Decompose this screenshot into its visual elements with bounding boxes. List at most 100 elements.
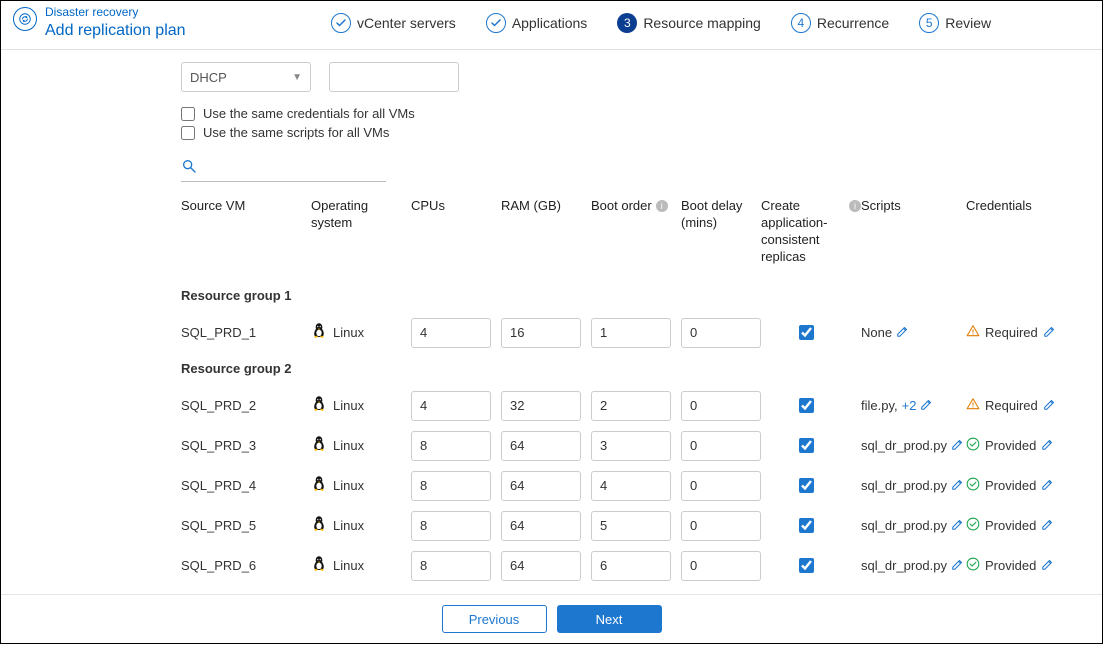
replica-checkbox[interactable] — [799, 518, 814, 533]
table-row: SQL_PRD_4Linuxsql_dr_prod.py Provided — [181, 466, 1041, 506]
source-vm-name: SQL_PRD_6 — [181, 558, 311, 573]
edit-icon[interactable] — [951, 437, 965, 454]
boot-order-input[interactable] — [591, 431, 671, 461]
script-name: sql_dr_prod.py — [861, 478, 947, 493]
replica-checkbox[interactable] — [799, 558, 814, 573]
script-name: sql_dr_prod.py — [861, 518, 947, 533]
ram-input[interactable] — [501, 511, 581, 541]
credentials-cell: Provided — [966, 477, 1076, 494]
previous-button[interactable]: Previous — [442, 605, 547, 633]
checkbox[interactable] — [181, 107, 195, 121]
edit-icon[interactable] — [1043, 324, 1057, 341]
edit-icon[interactable] — [1041, 477, 1055, 494]
edit-icon[interactable] — [1041, 517, 1055, 534]
replica-checkbox[interactable] — [799, 325, 814, 340]
linux-icon — [311, 515, 327, 536]
ram-input[interactable] — [501, 391, 581, 421]
same-credentials-checkbox[interactable]: Use the same credentials for all VMs — [181, 106, 1082, 121]
checkbox[interactable] — [181, 126, 195, 140]
info-icon[interactable]: i — [849, 200, 861, 212]
step-number: 4 — [791, 13, 811, 33]
check-circle-icon — [966, 477, 980, 494]
ram-input[interactable] — [501, 431, 581, 461]
ram-input[interactable] — [501, 551, 581, 581]
wizard-step-3[interactable]: 3Resource mapping — [617, 13, 761, 33]
replica-checkbox[interactable] — [799, 398, 814, 413]
os-cell: Linux — [311, 475, 411, 496]
os-label: Linux — [333, 438, 364, 453]
edit-icon[interactable] — [920, 397, 934, 414]
replica-checkbox[interactable] — [799, 478, 814, 493]
cpus-input[interactable] — [411, 551, 491, 581]
cpus-input[interactable] — [411, 391, 491, 421]
linux-icon — [311, 435, 327, 456]
cpus-input[interactable] — [411, 511, 491, 541]
wizard-footer: Previous Next — [1, 594, 1102, 643]
ip-type-value: DHCP — [190, 70, 227, 85]
boot-delay-input[interactable] — [681, 511, 761, 541]
script-name: sql_dr_prod.py — [861, 558, 947, 573]
same-scripts-checkbox[interactable]: Use the same scripts for all VMs — [181, 125, 1082, 140]
boot-delay-input[interactable] — [681, 391, 761, 421]
cpus-input[interactable] — [411, 431, 491, 461]
next-button[interactable]: Next — [557, 605, 662, 633]
col-cpus: CPUs — [411, 198, 501, 266]
edit-icon[interactable] — [951, 517, 965, 534]
boot-delay-input[interactable] — [681, 318, 761, 348]
check-circle-icon — [966, 517, 980, 534]
edit-icon[interactable] — [1043, 397, 1057, 414]
credentials-cell: Required — [966, 324, 1076, 341]
chevron-down-icon: ▼ — [292, 72, 302, 83]
warning-icon — [966, 397, 980, 414]
search-input[interactable] — [181, 158, 386, 182]
wizard-step-2[interactable]: Applications — [486, 13, 588, 33]
boot-delay-input[interactable] — [681, 471, 761, 501]
edit-icon[interactable] — [896, 324, 910, 341]
ram-input[interactable] — [501, 318, 581, 348]
scripts-cell: sql_dr_prod.py — [861, 557, 966, 574]
col-ram: RAM (GB) — [501, 198, 591, 266]
cpus-input[interactable] — [411, 471, 491, 501]
edit-icon[interactable] — [951, 557, 965, 574]
wizard-step-4[interactable]: 4Recurrence — [791, 13, 889, 33]
info-icon[interactable]: i — [656, 200, 668, 212]
os-cell: Linux — [311, 515, 411, 536]
ip-type-select[interactable]: DHCP ▼ — [181, 62, 311, 92]
credentials-cell: Provided — [966, 557, 1076, 574]
boot-delay-input[interactable] — [681, 551, 761, 581]
boot-order-input[interactable] — [591, 551, 671, 581]
col-boot-delay: Boot delay (mins) — [681, 198, 761, 266]
edit-icon[interactable] — [951, 477, 965, 494]
col-os: Operating system — [311, 198, 411, 266]
os-cell: Linux — [311, 395, 411, 416]
step-number: 5 — [919, 13, 939, 33]
step-number: 3 — [617, 13, 637, 33]
scripts-cell: sql_dr_prod.py — [861, 437, 966, 454]
ip-extra-input[interactable] — [329, 62, 459, 92]
wizard-step-5[interactable]: 5Review — [919, 13, 991, 33]
replicate-icon — [13, 7, 37, 31]
edit-icon[interactable] — [1041, 557, 1055, 574]
col-replicas: Create application-consistent replicasi — [761, 198, 861, 266]
boot-delay-input[interactable] — [681, 431, 761, 461]
breadcrumb[interactable]: Disaster recovery — [45, 5, 186, 21]
table-row: SQL_PRD_5Linuxsql_dr_prod.py Provided — [181, 506, 1041, 546]
os-label: Linux — [333, 478, 364, 493]
script-more[interactable]: +2 — [902, 398, 917, 413]
boot-order-input[interactable] — [591, 511, 671, 541]
wizard-step-1[interactable]: vCenter servers — [331, 13, 456, 33]
table-header: Source VM Operating system CPUs RAM (GB)… — [181, 192, 1041, 280]
search-icon — [181, 158, 197, 177]
edit-icon[interactable] — [1041, 437, 1055, 454]
boot-order-input[interactable] — [591, 318, 671, 348]
table-row: SQL_PRD_1LinuxNone Required — [181, 313, 1041, 353]
cpus-input[interactable] — [411, 318, 491, 348]
check-circle-icon — [966, 437, 980, 454]
ram-input[interactable] — [501, 471, 581, 501]
boot-order-input[interactable] — [591, 471, 671, 501]
cred-status: Provided — [985, 558, 1036, 573]
replica-checkbox[interactable] — [799, 438, 814, 453]
source-vm-name: SQL_PRD_5 — [181, 518, 311, 533]
checkbox-label: Use the same credentials for all VMs — [203, 106, 415, 121]
boot-order-input[interactable] — [591, 391, 671, 421]
